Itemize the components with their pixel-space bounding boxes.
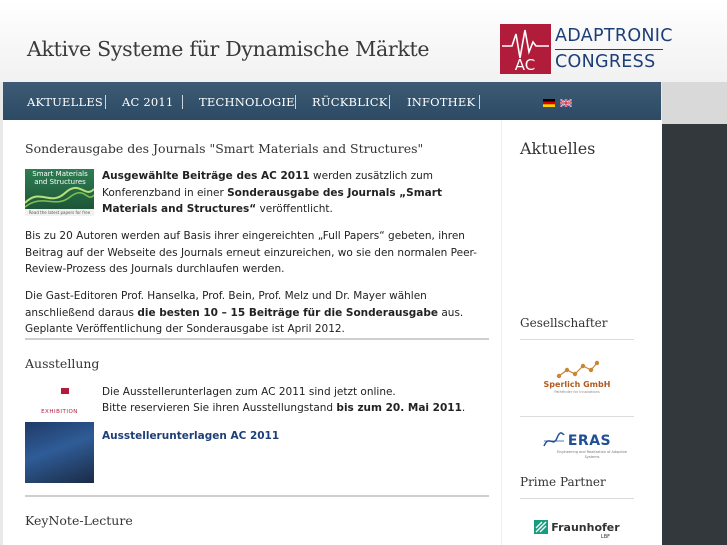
sidebar-divider — [520, 339, 634, 340]
sidebar-title-prime-partner: Prime Partner — [520, 475, 606, 489]
brochure-logo-icon — [61, 388, 69, 394]
journal-cover-pattern-icon — [25, 186, 94, 208]
flag-uk-icon[interactable] — [560, 99, 572, 107]
sperlich-tagline: Pathfinder for Innovations — [554, 390, 600, 394]
fraunhofer-sub: LBF — [600, 534, 610, 540]
ac-logo-mark-icon: AC — [500, 24, 551, 74]
header-bar: Aktive Systeme für Dynamische Märkte AC … — [0, 0, 727, 82]
paragraph-intro: Ausgewählte Beiträge des AC 2011 werden … — [102, 170, 442, 215]
adaptronic-congress-logo[interactable]: AC ADAPTRONIC CONGRESS — [500, 24, 672, 74]
nav-separator — [295, 95, 296, 109]
fraunhofer-name: Fraunhofer — [551, 520, 620, 534]
section-title-keynote: KeyNote-Lecture — [25, 513, 133, 528]
nav-item-ac2011[interactable]: AC 2011 — [122, 95, 173, 109]
eras-name: ERAS — [567, 433, 612, 449]
paragraph-editors: Die Gast-Editoren Prof. Hanselka, Prof. … — [25, 290, 464, 335]
journal-cover-title: Smart Materials and Structures — [32, 170, 88, 186]
fraunhofer-mark-icon — [534, 520, 549, 534]
brochure-building-photo — [25, 422, 94, 483]
section-divider — [25, 338, 489, 340]
exhibition-brochure-image[interactable]: EXHIBITION — [25, 385, 94, 483]
section-title-sonderausgabe: Sonderausgabe des Journals "Smart Materi… — [25, 141, 424, 156]
exhibition-documents-link[interactable]: Ausstellerunterlagen AC 2011 — [102, 428, 482, 445]
logo-word-1: ADAPTRONIC — [555, 26, 673, 46]
sperlich-name: Sperlich GmbH — [543, 380, 611, 389]
eras-tagline: Engineering and Realization of Adaptive … — [556, 450, 628, 459]
flag-de-icon[interactable] — [543, 99, 555, 107]
nav-item-infothek[interactable]: INFOTHEK — [407, 95, 475, 109]
heartbeat-line-icon: AC — [502, 29, 549, 74]
sidebar-title-aktuelles: Aktuelles — [520, 139, 596, 158]
sperlich-molecule-icon — [556, 360, 599, 379]
section-divider — [25, 495, 489, 497]
nav-separator — [105, 95, 106, 109]
nav-separator — [389, 95, 390, 109]
sidebar: Aktuelles Gesellschafter Sperlich GmbH P… — [501, 120, 662, 545]
right-dark-panel — [662, 124, 727, 545]
main-content: Sonderausgabe des Journals "Smart Materi… — [3, 120, 501, 545]
brochure-label: EXHIBITION — [41, 409, 78, 415]
section-title-ausstellung: Ausstellung — [25, 356, 100, 371]
journal-cover-footer: Read the latest papers for free — [25, 209, 94, 216]
exhibition-line-2: Bitte reservieren Sie ihren Ausstellungs… — [102, 402, 466, 414]
nav-separator — [479, 95, 480, 109]
paragraph-authors: Bis zu 20 Autoren werden auf Basis ihrer… — [25, 230, 477, 275]
nav-right-strip — [662, 82, 727, 124]
eras-wave-icon — [543, 432, 565, 447]
nav-item-rueckblick[interactable]: RÜCKBLICK — [312, 95, 388, 109]
logo-divider — [555, 49, 663, 50]
sidebar-divider — [520, 416, 634, 417]
site-title: Aktive Systeme für Dynamische Märkte — [27, 37, 430, 61]
main-navigation: AKTUELLES AC 2011 TECHNOLOGIE RÜCKBLICK … — [3, 82, 661, 120]
sidebar-title-gesellschafter: Gesellschafter — [520, 316, 608, 330]
nav-separator — [182, 95, 183, 109]
partner-logo-fraunhofer[interactable]: Fraunhofer LBF — [520, 520, 634, 540]
sidebar-divider — [520, 498, 634, 499]
logo-word-2: CONGRESS — [555, 52, 656, 72]
partner-logo-eras[interactable]: ERAS Engineering and Realization of Adap… — [520, 432, 634, 460]
nav-item-technologie[interactable]: TECHNOLOGIE — [199, 95, 295, 109]
nav-item-aktuelles[interactable]: AKTUELLES — [27, 95, 103, 109]
journal-cover-image[interactable]: Smart Materials and Structures Read the … — [25, 169, 94, 216]
partner-logo-sperlich[interactable]: Sperlich GmbH Pathfinder for Innovations — [520, 360, 634, 395]
logo-mark-text: AC — [515, 56, 535, 74]
exhibition-line-1: Die Ausstellerunterlagen zum AC 2011 sin… — [102, 386, 396, 398]
